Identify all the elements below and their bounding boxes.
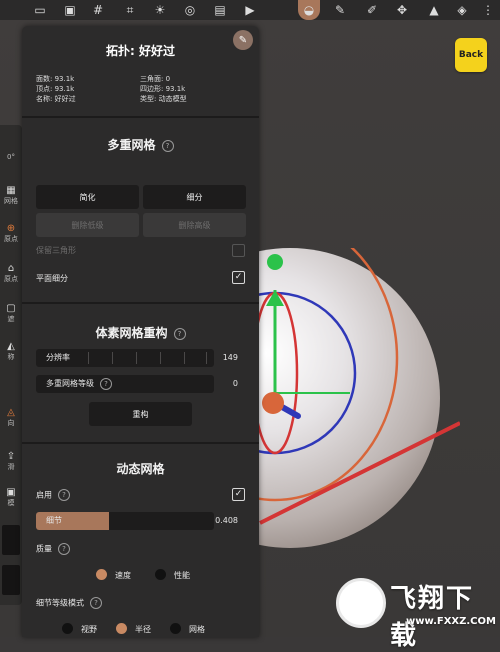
brush-icon[interactable]: ✎ xyxy=(330,0,350,20)
quality-performance-radio[interactable] xyxy=(155,569,166,580)
help-icon[interactable]: ? xyxy=(161,139,174,152)
pen-icon[interactable]: ✐ xyxy=(362,0,382,20)
panel-title: 拓扑: 好好过 xyxy=(106,44,175,58)
divider xyxy=(22,442,259,444)
gizmo-center[interactable] xyxy=(262,392,284,414)
mode-tool[interactable]: ▣ 模 xyxy=(0,487,22,508)
delete-higher-button[interactable]: 删除高级 xyxy=(143,213,246,237)
direction-tool[interactable]: ◬ 向 xyxy=(0,407,22,428)
resolution-value: 149 xyxy=(222,353,238,362)
subdivide-button[interactable]: 细分 xyxy=(143,185,246,209)
multires-level-value: 0 xyxy=(232,379,238,388)
mode-mesh-radio[interactable] xyxy=(170,623,181,634)
box-icon: ▣ xyxy=(6,487,16,498)
mask-tool[interactable]: ▢ 遮 xyxy=(0,303,22,324)
quality-speed-radio[interactable] xyxy=(96,569,107,580)
help-icon[interactable]: ? xyxy=(58,489,70,501)
multires-level-label: 多重网格等级? xyxy=(46,375,112,393)
mode-view-radio[interactable] xyxy=(62,623,73,634)
drop-icon: ◬ xyxy=(7,407,15,418)
quality-label: 质量? xyxy=(36,543,70,555)
pivot-tool[interactable]: ⊕ 原点 xyxy=(0,223,22,244)
enable-checkbox[interactable]: ✓ xyxy=(232,488,245,501)
detail-value: 0.408 xyxy=(215,516,238,525)
linear-subdiv-label: 平面细分 xyxy=(36,274,68,283)
more-icon[interactable]: ⋮ xyxy=(478,0,498,20)
mesh-name: 名称: 好好过 xyxy=(36,95,76,103)
move-icon[interactable]: ✥ xyxy=(392,0,412,20)
grid-icon[interactable]: # xyxy=(88,0,108,20)
crosshair-icon: ⊕ xyxy=(6,223,16,234)
multires-level-slider[interactable]: 多重网格等级? xyxy=(36,375,214,393)
sun-icon[interactable]: ☀ xyxy=(150,0,170,20)
image-icon[interactable]: ▣ xyxy=(60,0,80,20)
camera-icon[interactable]: ▤ xyxy=(210,0,230,20)
material-swatch[interactable] xyxy=(2,565,20,595)
level-mode-label: 细节等级模式? xyxy=(36,597,102,609)
topology-icon[interactable]: ◒ xyxy=(298,0,320,20)
lock-icon: ⌂ xyxy=(7,263,15,274)
reset-pivot-tool[interactable]: ⌂ 原点 xyxy=(0,263,22,284)
color-swatch[interactable] xyxy=(2,525,20,555)
mesh-type: 类型: 动态模型 xyxy=(140,95,187,103)
triangle-icon[interactable]: ▲ xyxy=(424,0,444,20)
gizmo-y-handle[interactable] xyxy=(267,254,283,270)
divider xyxy=(22,302,259,304)
mode-radius-label: 半径 xyxy=(135,625,151,634)
globe-icon[interactable]: ◎ xyxy=(180,0,200,20)
help-icon[interactable]: ? xyxy=(100,377,112,390)
smooth-tool[interactable]: ⇪ 滑 xyxy=(0,451,22,472)
linear-subdiv-checkbox[interactable]: ✓ xyxy=(232,271,245,284)
watermark: 飞翔下载 www.FXXZ.COM xyxy=(332,576,500,651)
faces-count: 面数: 93.1k xyxy=(36,75,75,83)
help-icon[interactable]: ? xyxy=(173,327,186,340)
symmetry-icon: ◭ xyxy=(7,341,15,352)
symmetry-tool[interactable]: ◭ 称 xyxy=(0,341,22,362)
page-icon: ▢ xyxy=(6,303,16,314)
quality-performance-label: 性能 xyxy=(174,571,190,580)
wireframe-tool[interactable]: ▦ 网格 xyxy=(0,185,22,206)
help-icon[interactable]: ? xyxy=(58,543,70,555)
layers-icon[interactable]: ◈ xyxy=(452,0,472,20)
topology-panel: ✎ 拓扑: 好好过 面数: 93.1k 三角面: 0 顶点: 93.1k 四边形… xyxy=(22,26,259,637)
back-button[interactable]: Back xyxy=(455,38,487,72)
mode-mesh-label: 网格 xyxy=(189,625,205,634)
simplify-button[interactable]: 简化 xyxy=(36,185,139,209)
file-icon[interactable]: ▭ xyxy=(30,0,50,20)
graph-icon[interactable]: ⌗ xyxy=(120,0,140,20)
angle-readout: 0° xyxy=(7,153,15,161)
watermark-url: www.FXXZ.COM xyxy=(406,616,496,627)
mode-radius-radio[interactable] xyxy=(116,623,127,634)
resolution-label: 分辨率 xyxy=(46,353,70,362)
quads-count: 四边形: 93.1k xyxy=(140,85,186,93)
left-tool-strip: 0° ▦ 网格 ⊕ 原点 ⌂ 原点 ▢ 遮 ◭ 称 ◬ 向 ⇪ 滑 ▣ 模 xyxy=(0,125,22,605)
multires-title: 多重网格? xyxy=(22,136,259,153)
remesh-button[interactable]: 重构 xyxy=(89,402,192,426)
watermark-logo-icon xyxy=(336,578,386,628)
keep-triangles-label: 保留三角形 xyxy=(36,246,76,255)
mode-view-label: 视野 xyxy=(81,625,97,634)
enable-label: 启用? xyxy=(36,489,70,501)
upload-icon: ⇪ xyxy=(6,451,16,462)
help-icon[interactable]: ? xyxy=(90,597,102,609)
triangles-count: 三角面: 0 xyxy=(140,75,171,83)
video-icon[interactable]: ▶ xyxy=(240,0,260,20)
vertices-count: 顶点: 93.1k xyxy=(36,85,75,93)
divider xyxy=(22,116,259,118)
grid-tool-icon: ▦ xyxy=(6,185,16,196)
detail-slider[interactable]: 细节 xyxy=(36,512,214,530)
quality-speed-label: 速度 xyxy=(115,571,131,580)
detail-label: 细节 xyxy=(46,516,62,525)
keep-triangles-checkbox[interactable] xyxy=(232,244,245,257)
watermark-text: 飞翔下载 xyxy=(390,584,475,651)
voxel-title: 体素网格重构? xyxy=(22,324,259,341)
delete-lower-button[interactable]: 删除低级 xyxy=(36,213,139,237)
resolution-slider[interactable]: 分辨率 xyxy=(36,349,214,367)
dynamic-title: 动态网格 xyxy=(116,462,165,476)
top-toolbar: ▭ ▣ # ⌗ ☀ ◎ ▤ ▶ ◒ ✎ ✐ ✥ ▲ ◈ ⋮ xyxy=(0,0,500,20)
